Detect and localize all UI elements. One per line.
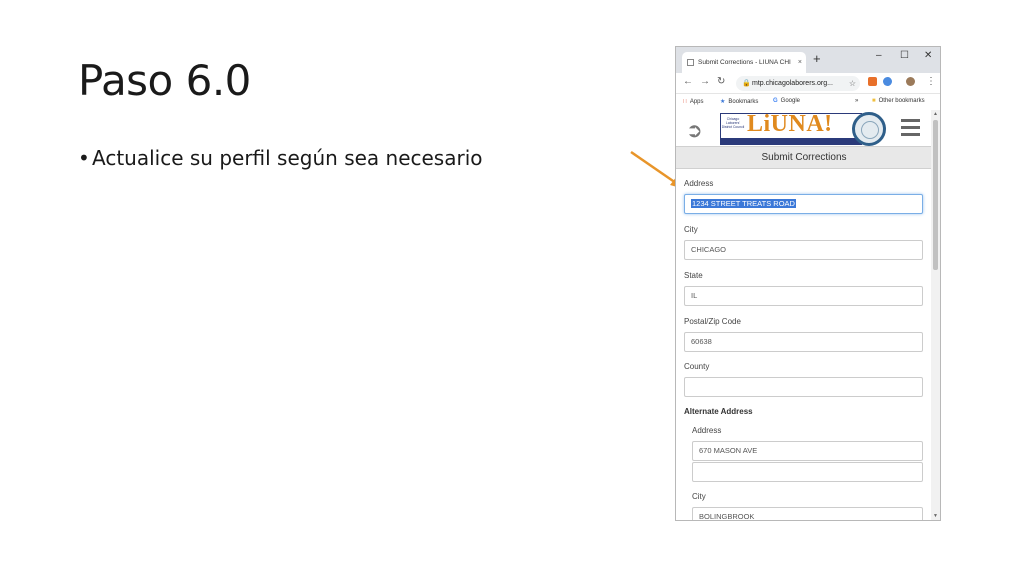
address-label: Address — [684, 179, 714, 188]
bookmark-bookmarks[interactable]: ★ Bookmarks — [720, 98, 758, 105]
new-tab-icon[interactable]: + — [813, 51, 821, 66]
city-input[interactable]: CHICAGO — [684, 240, 923, 260]
hamburger-menu-icon[interactable] — [901, 119, 920, 140]
logo-strip — [721, 138, 861, 144]
alternate-address-heading: Alternate Address — [684, 407, 753, 416]
logo-text: LiUNA! — [747, 111, 833, 137]
address-value: 1234 STREET TREATS ROAD — [691, 199, 796, 208]
back-icon[interactable]: ← — [683, 76, 693, 87]
browser-window: Submit Corrections - LIUNA CHI × + – ☐ ✕… — [675, 46, 941, 521]
browser-toolbar: ← → ↻ 🔒 mtp.chicagolaborers.org... ☆ ⋮ — [676, 73, 940, 94]
zip-label: Postal/Zip Code — [684, 317, 741, 326]
liuna-logo[interactable]: Chicago Laborers' District Council LiUNA… — [720, 111, 862, 145]
alt-address-label: Address — [692, 426, 722, 435]
alt-city-input[interactable]: BOLINGBROOK — [692, 507, 923, 520]
seal-inner — [861, 121, 879, 139]
bookmark-other[interactable]: ■ Other bookmarks — [872, 98, 925, 104]
bookmarks-bar: ∷ Apps ★ Bookmarks G Google » ■ Other bookma… — [676, 94, 940, 111]
maximize-icon[interactable]: ☐ — [900, 50, 909, 61]
close-window-icon[interactable]: ✕ — [924, 50, 932, 61]
tab-title: Submit Corrections - LIUNA CHI — [698, 59, 791, 66]
page-favicon-icon — [687, 59, 694, 66]
sign-out-icon[interactable]: ➲ — [686, 118, 703, 143]
address-bar[interactable]: 🔒 mtp.chicagolaborers.org... ☆ — [736, 76, 860, 91]
county-label: County — [684, 362, 710, 371]
page-content: ➲ Chicago Laborers' District Council LiU… — [676, 110, 932, 520]
lock-icon: 🔒 — [742, 80, 751, 87]
bookmark-apps[interactable]: ∷ Apps — [683, 98, 704, 105]
folder-icon: ■ — [872, 98, 876, 104]
reload-icon[interactable]: ↻ — [717, 76, 725, 87]
scroll-thumb[interactable] — [933, 120, 938, 270]
bookmark-star-icon[interactable]: ☆ — [849, 76, 856, 91]
minimize-icon[interactable]: – — [876, 50, 882, 61]
extension-chrome-icon[interactable] — [883, 77, 892, 86]
state-input[interactable]: IL — [684, 286, 923, 306]
site-header: ➲ Chicago Laborers' District Council LiU… — [676, 110, 932, 146]
tab-close-icon[interactable]: × — [798, 52, 802, 73]
city-label: City — [684, 225, 698, 234]
browser-menu-icon[interactable]: ⋮ — [926, 76, 936, 87]
bookmarks-overflow-icon[interactable]: » — [855, 98, 858, 104]
address-input[interactable]: 1234 STREET TREATS ROAD — [684, 194, 923, 214]
star-icon: ★ — [720, 99, 726, 105]
alt-city-label: City — [692, 492, 706, 501]
scroll-up-icon[interactable]: ▲ — [933, 111, 938, 117]
bookmark-google[interactable]: G Google — [773, 98, 800, 104]
alt-address-input[interactable]: 670 MASON AVE — [692, 441, 923, 461]
page-title: Submit Corrections — [676, 146, 932, 169]
tab-bar: Submit Corrections - LIUNA CHI × + – ☐ ✕ — [676, 47, 940, 73]
profile-avatar[interactable] — [906, 77, 915, 86]
apps-grid-icon: ∷ — [683, 99, 687, 105]
council-seal-icon — [852, 112, 886, 146]
page-scrollbar[interactable]: ▲ ▼ — [931, 110, 940, 520]
scroll-down-icon[interactable]: ▼ — [933, 513, 938, 519]
county-input[interactable] — [684, 377, 923, 397]
logo-sub-text: Chicago Laborers' District Council — [721, 117, 745, 129]
forward-icon[interactable]: → — [700, 76, 710, 87]
alt-address2-input[interactable] — [692, 462, 923, 482]
zip-input[interactable]: 60638 — [684, 332, 923, 352]
extension-office-icon[interactable] — [868, 77, 877, 86]
tab-submit-corrections[interactable]: Submit Corrections - LIUNA CHI × — [682, 52, 806, 73]
google-icon: G — [773, 98, 778, 104]
state-label: State — [684, 271, 703, 280]
url-text: mtp.chicagolaborers.org... — [752, 80, 833, 87]
